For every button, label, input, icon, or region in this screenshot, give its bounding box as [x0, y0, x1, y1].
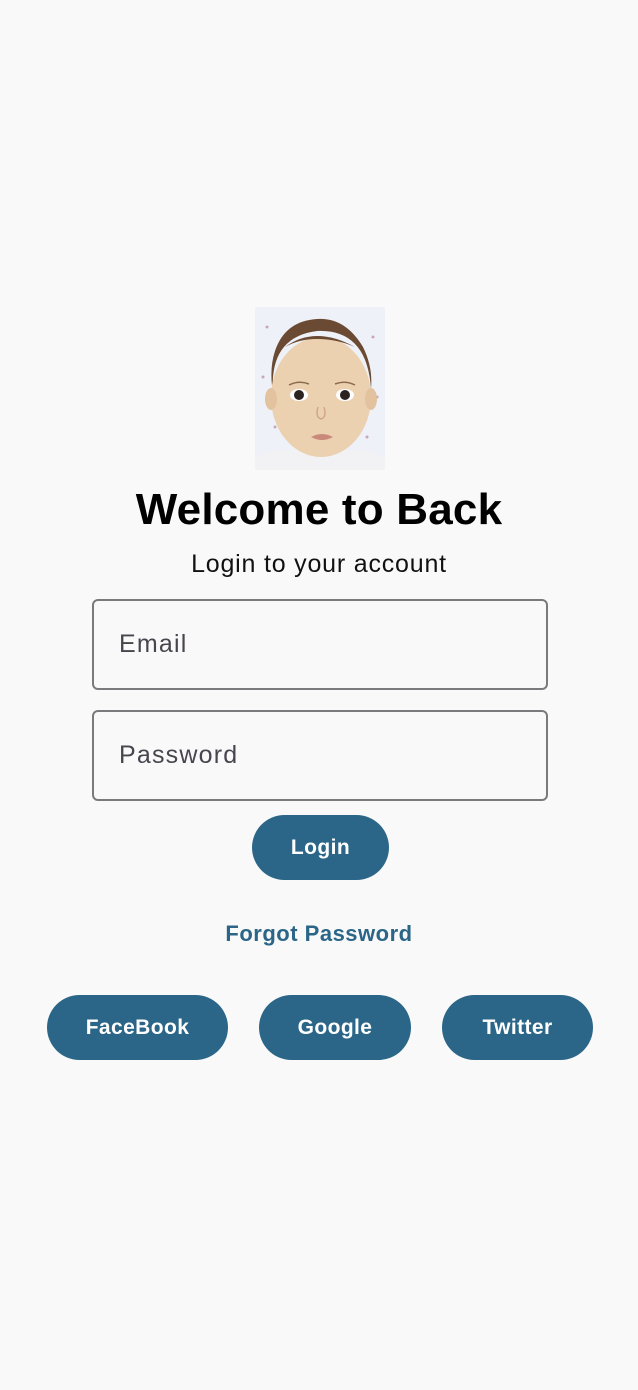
password-input[interactable] — [94, 712, 546, 799]
google-login-button[interactable]: Google — [259, 995, 411, 1060]
twitter-login-button[interactable]: Twitter — [442, 995, 593, 1060]
login-button[interactable]: Login — [252, 815, 389, 880]
password-field[interactable] — [92, 710, 548, 801]
email-field[interactable] — [92, 599, 548, 690]
profile-photo — [255, 307, 385, 470]
forgot-password-link[interactable]: Forgot Password — [0, 918, 638, 950]
baby-portrait-image — [255, 307, 385, 470]
facebook-login-button[interactable]: FaceBook — [47, 995, 228, 1060]
page-subtitle: Login to your account — [191, 550, 447, 578]
page-title: Welcome to Back — [135, 485, 503, 534]
email-input[interactable] — [94, 601, 546, 688]
